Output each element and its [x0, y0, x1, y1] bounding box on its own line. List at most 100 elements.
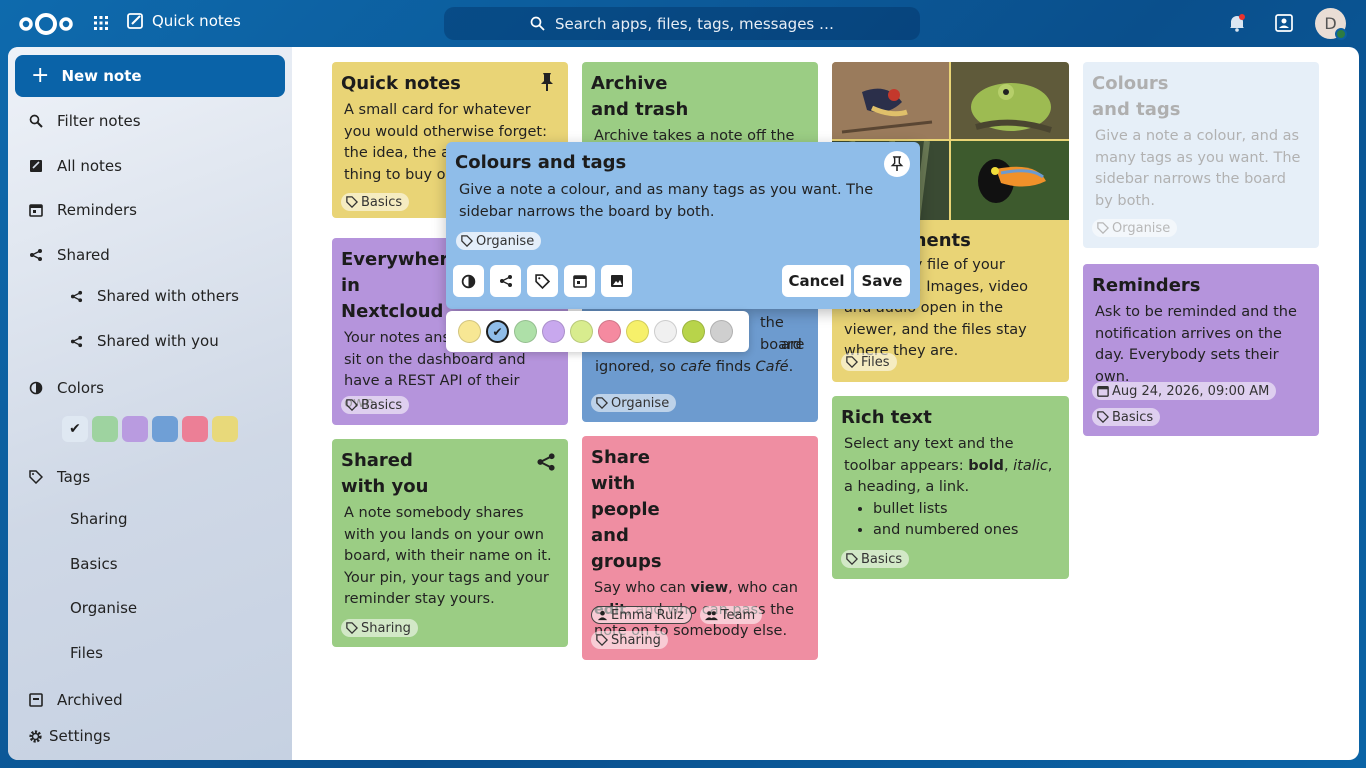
palette-color-option[interactable] — [458, 320, 481, 343]
tag-chip[interactable]: Sharing — [341, 619, 418, 637]
apps-grid-icon[interactable] — [93, 15, 109, 31]
color-swatch[interactable] — [152, 416, 178, 442]
tag-text: Sharing — [611, 632, 661, 648]
sidebar-tag-item[interactable]: Sharing — [8, 504, 128, 534]
body-italic: italic — [1013, 457, 1048, 474]
color-swatch[interactable] — [92, 416, 118, 442]
share-button[interactable] — [490, 265, 521, 297]
tags-label: Tags — [57, 468, 91, 486]
sidebar-item-shared-with-others[interactable]: Shared with others — [8, 281, 239, 311]
note-card[interactable]: Shared with you A note somebody shares w… — [332, 439, 568, 647]
note-tags: Basics — [841, 550, 910, 568]
color-swatch[interactable] — [182, 416, 208, 442]
share-icon[interactable] — [536, 452, 556, 472]
tag-chip[interactable]: Basics — [1092, 408, 1161, 426]
body-italic: cafe — [680, 359, 712, 375]
tag-chip[interactable]: Organise — [591, 394, 677, 412]
contacts-icon[interactable] — [1274, 13, 1294, 33]
color-swatch[interactable]: ✔ — [62, 416, 88, 442]
save-button[interactable]: Save — [854, 265, 910, 297]
note-tags: Organise — [591, 394, 677, 412]
palette-color-option[interactable] — [682, 320, 705, 343]
share-person-chip[interactable]: Emma Ruiz — [591, 606, 692, 624]
nextcloud-logo-icon[interactable] — [18, 11, 74, 37]
attach-image-button[interactable] — [601, 265, 632, 297]
editor-tags: Organise — [456, 232, 542, 251]
palette-color-option[interactable] — [570, 320, 593, 343]
editor-body[interactable]: Give a note a colour, and as many tags a… — [455, 179, 911, 223]
gear-icon — [29, 729, 42, 743]
tag-icon — [346, 622, 358, 634]
sidebar-item-shared-with-you[interactable]: Shared with you — [8, 326, 219, 356]
sidebar-tag-item[interactable]: Basics — [8, 549, 118, 579]
color-swatch[interactable] — [212, 416, 238, 442]
settings-button[interactable]: Settings — [28, 727, 111, 745]
sidebar-tag-item[interactable]: Organise — [8, 593, 137, 623]
tag-chip[interactable]: Files — [841, 353, 897, 371]
app-navigation: + New note Filter notes All notes Remind… — [8, 47, 292, 760]
pin-icon[interactable] — [538, 72, 556, 92]
tag-chip[interactable]: Basics — [341, 193, 410, 211]
palette-color-option[interactable] — [514, 320, 537, 343]
notifications-icon[interactable] — [1227, 13, 1247, 33]
current-app[interactable]: Quick notes — [127, 12, 241, 30]
notes-app-icon — [127, 13, 143, 29]
body-fragment: Say who can — [594, 580, 691, 596]
tag-chip[interactable]: Organise — [456, 232, 542, 250]
sidebar-item-shared[interactable]: Shared — [8, 240, 110, 270]
shared-with-you-label: Shared with you — [97, 332, 219, 350]
tag-chip[interactable]: Basics — [341, 396, 410, 414]
reminder-date: Aug 24, 2026, 09:00 AM — [1112, 383, 1270, 399]
toucan-photo[interactable] — [951, 141, 1069, 220]
sidebar-item-all-notes[interactable]: All notes — [8, 151, 122, 181]
sidebar-item-reminders[interactable]: Reminders — [8, 195, 137, 225]
unified-search[interactable]: Search apps, files, tags, messages … — [444, 7, 920, 40]
palette-color-option[interactable] — [598, 320, 621, 343]
frog-photo[interactable] — [951, 62, 1069, 139]
list-item: bullet lists — [873, 499, 1060, 521]
pin-button[interactable] — [884, 151, 910, 177]
tag-icon — [346, 196, 358, 208]
body-fragment: , — [1003, 457, 1014, 474]
filter-notes[interactable]: Filter notes — [8, 106, 141, 136]
bird-photo[interactable] — [832, 62, 949, 139]
sidebar-item-archived[interactable]: Archived — [8, 685, 123, 715]
palette-color-option[interactable] — [626, 320, 649, 343]
note-card[interactable]: Rich text Select any text and the toolba… — [832, 396, 1069, 579]
body-bold: view — [690, 580, 729, 596]
palette-color-option[interactable] — [710, 320, 733, 343]
color-button[interactable] — [453, 265, 484, 297]
note-card[interactable]: Archive and trash Archive takes a note o… — [582, 62, 818, 152]
tag-button[interactable] — [527, 265, 558, 297]
tag-label: Basics — [70, 555, 118, 573]
palette-color-option[interactable] — [542, 320, 565, 343]
share-icon — [30, 249, 42, 261]
tag-chip[interactable]: Basics — [841, 550, 910, 568]
cancel-button[interactable]: Cancel — [782, 265, 851, 297]
color-swatch[interactable] — [122, 416, 148, 442]
share-icon — [70, 335, 83, 347]
palette-color-option[interactable] — [654, 320, 677, 343]
user-avatar[interactable]: D — [1315, 8, 1347, 40]
note-card[interactable]: Reminders Ask to be reminded and the not… — [1083, 264, 1319, 436]
reminder-chip[interactable]: Aug 24, 2026, 09:00 AM — [1092, 382, 1277, 400]
tag-chip[interactable]: Sharing — [591, 631, 668, 649]
share-group-chip[interactable]: Team — [699, 606, 763, 624]
tag-icon — [535, 273, 550, 289]
group-name: Team — [720, 607, 756, 623]
palette-color-option[interactable]: ✔ — [486, 320, 509, 343]
tag-text: Sharing — [361, 620, 411, 636]
calendar-icon — [1097, 386, 1109, 397]
tag-text: Organise — [476, 233, 535, 249]
new-note-button[interactable]: + New note — [15, 55, 285, 97]
tag-icon — [1097, 411, 1109, 423]
editor-title[interactable]: Colours and tags — [455, 151, 911, 175]
note-card[interactable]: Share with people and groups Say who can… — [582, 436, 818, 660]
reminder-button[interactable] — [564, 265, 595, 297]
note-tags: Aug 24, 2026, 09:00 AM Basics — [1092, 382, 1312, 426]
tag-text: Basics — [861, 551, 903, 567]
shared-label: Shared — [57, 246, 110, 264]
sidebar-tag-item[interactable]: Files — [8, 638, 103, 668]
sidebar-item-colors[interactable]: Colors — [8, 373, 104, 403]
sidebar-item-tags[interactable]: Tags — [8, 462, 90, 492]
